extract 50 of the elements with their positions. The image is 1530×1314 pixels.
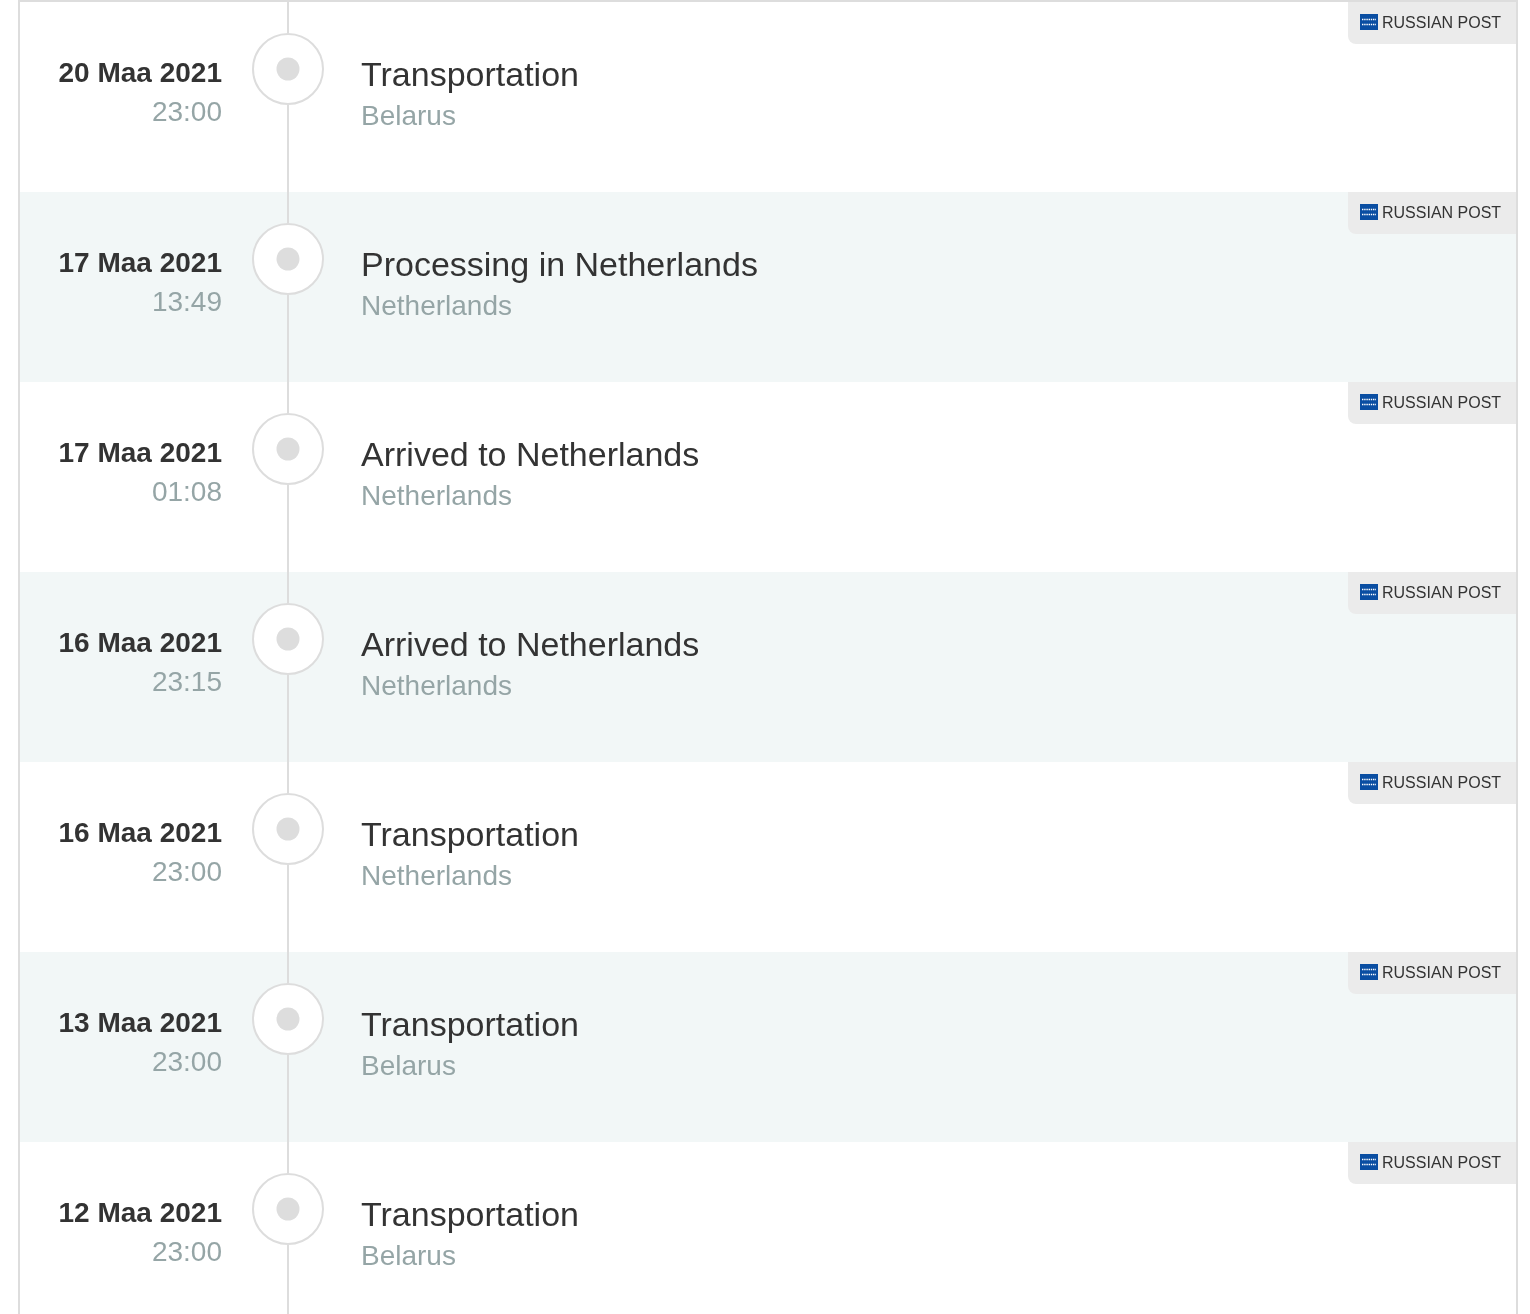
event-status: Arrived to Netherlands (361, 624, 700, 665)
event-date: 20 Maa 2021 (58, 56, 222, 90)
carrier-name: RUSSIAN POST (1382, 773, 1502, 793)
event-date: 16 Maa 2021 (58, 816, 222, 850)
event-date: 17 Maa 2021 (58, 436, 222, 470)
carrier-logo-icon (1360, 203, 1378, 220)
event-location: Netherlands (361, 289, 512, 323)
event-time: 23:00 (151, 855, 222, 889)
event-time: 13:49 (151, 285, 222, 319)
carrier-logo-icon (1360, 393, 1378, 410)
timeline-node-icon (252, 413, 324, 485)
carrier-logo-icon (1360, 1153, 1378, 1170)
event-status: Transportation (361, 54, 579, 95)
event-time: 23:00 (151, 1235, 222, 1269)
event-status: Processing in Netherlands (361, 244, 758, 285)
event-date: 17 Maa 2021 (58, 246, 222, 280)
event-date: 16 Maa 2021 (58, 626, 222, 660)
carrier-name: RUSSIAN POST (1382, 1153, 1502, 1173)
event-time: 23:15 (151, 665, 222, 699)
timeline-node-icon (252, 33, 324, 105)
event-time: 23:00 (151, 1045, 222, 1079)
event-location: Netherlands (361, 479, 512, 513)
event-status: Transportation (361, 1194, 579, 1235)
event-time: 01:08 (151, 475, 222, 509)
carrier-name: RUSSIAN POST (1382, 393, 1502, 413)
timeline-node-icon (252, 983, 324, 1055)
event-status: Arrived to Netherlands (361, 434, 700, 475)
timeline-node-icon (252, 1173, 324, 1245)
event-status: Transportation (361, 1004, 579, 1045)
event-location: Belarus (361, 99, 456, 133)
carrier-name: RUSSIAN POST (1382, 583, 1502, 603)
event-status: Transportation (361, 814, 579, 855)
event-location: Belarus (361, 1239, 456, 1273)
carrier-logo-icon (1360, 13, 1378, 30)
timeline-node-icon (252, 223, 324, 295)
carrier-logo-icon (1360, 963, 1378, 980)
carrier-name: RUSSIAN POST (1382, 203, 1502, 223)
event-location: Netherlands (361, 859, 512, 893)
event-time: 23:00 (151, 95, 222, 129)
carrier-name: RUSSIAN POST (1382, 13, 1502, 33)
timeline-node-icon (252, 793, 324, 865)
carrier-logo-icon (1360, 773, 1378, 790)
event-date: 13 Maa 2021 (58, 1006, 222, 1040)
timeline-line (287, 1245, 289, 1314)
timeline-node-icon (252, 603, 324, 675)
carrier-name: RUSSIAN POST (1382, 963, 1502, 983)
event-location: Netherlands (361, 669, 512, 703)
carrier-logo-icon (1360, 583, 1378, 600)
event-date: 12 Maa 2021 (58, 1196, 222, 1230)
event-location: Belarus (361, 1049, 456, 1083)
